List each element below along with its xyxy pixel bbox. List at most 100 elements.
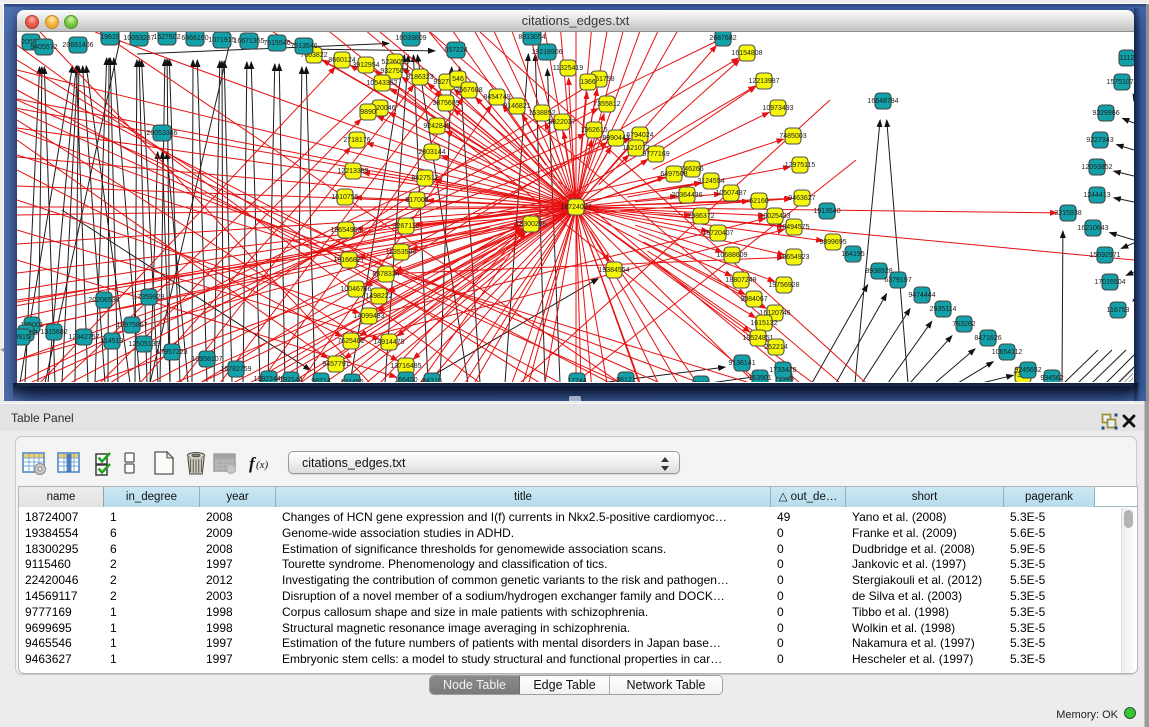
svg-text:9227343: 9227343 — [1086, 137, 1113, 144]
svg-text:11325419: 11325419 — [553, 65, 584, 72]
svg-text:2667608: 2667608 — [455, 87, 482, 94]
svg-text:164195: 164195 — [841, 251, 864, 258]
svg-text:2935114: 2935114 — [930, 306, 957, 313]
svg-text:12342757: 12342757 — [68, 334, 99, 341]
svg-text:9313: 9313 — [693, 381, 709, 382]
svg-text:16782759: 16782759 — [220, 366, 251, 373]
svg-text:16648784: 16648784 — [867, 98, 898, 105]
svg-text:9457791: 9457791 — [322, 361, 349, 368]
svg-text:10025433: 10025433 — [759, 213, 790, 220]
svg-text:10543362: 10543362 — [366, 80, 397, 87]
svg-text:14099483: 14099483 — [353, 313, 384, 320]
svg-text:7513546: 7513546 — [290, 43, 317, 50]
svg-text:18724007: 18724007 — [560, 204, 591, 211]
svg-text:10046766: 10046766 — [340, 286, 371, 293]
svg-text:9245652: 9245652 — [1014, 367, 1041, 374]
svg-text:(x): (x) — [256, 459, 269, 471]
svg-text:15692971: 15692971 — [1089, 252, 1120, 259]
svg-text:1610755: 1610755 — [331, 194, 358, 201]
svg-text:19166827: 19166827 — [333, 257, 364, 264]
svg-text:1071915: 1071915 — [208, 37, 235, 44]
svg-text:16671355: 16671355 — [233, 38, 264, 45]
svg-text:9242845: 9242845 — [423, 123, 450, 130]
svg-text:12213987: 12213987 — [748, 78, 779, 85]
svg-text:15300295: 15300295 — [515, 221, 546, 228]
svg-text:13716485: 13716485 — [390, 363, 421, 370]
svg-text:1498222: 1498222 — [365, 293, 392, 300]
svg-text:1615132: 1615132 — [750, 320, 777, 327]
svg-text:2718176: 2718176 — [343, 137, 370, 144]
svg-text:9136141: 9136141 — [728, 360, 755, 367]
svg-text:12093852: 12093852 — [1081, 164, 1112, 171]
svg-text:1538852: 1538852 — [528, 110, 555, 117]
svg-text:8454749: 8454749 — [483, 94, 510, 101]
svg-text:252214: 252214 — [764, 344, 787, 351]
svg-text:20364436: 20364436 — [671, 192, 702, 199]
svg-text:7986372: 7986372 — [687, 213, 714, 220]
svg-text:9327503: 9327503 — [380, 68, 407, 75]
svg-text:1733426: 1733426 — [769, 367, 796, 374]
svg-text:15720407: 15720407 — [702, 230, 733, 237]
svg-text:10958107: 10958107 — [191, 356, 222, 363]
svg-text:3912954: 3912954 — [352, 62, 379, 69]
svg-text:20053346: 20053346 — [146, 130, 177, 137]
svg-text:3124554: 3124554 — [697, 178, 724, 185]
svg-text:9915: 9915 — [17, 334, 30, 341]
svg-text:17957223: 17957223 — [156, 349, 187, 356]
svg-text:7625402: 7625402 — [337, 338, 364, 345]
svg-text:1315682: 1315682 — [40, 329, 67, 336]
svg-text:6466160: 6466160 — [181, 35, 208, 42]
svg-text:1366: 1366 — [580, 79, 596, 86]
svg-text:3215938: 3215938 — [1054, 210, 1081, 217]
svg-text:19654923: 19654923 — [778, 254, 809, 261]
svg-text:9777169: 9777169 — [642, 151, 669, 158]
svg-text:8471626: 8471626 — [974, 335, 1001, 342]
svg-text:9329966: 9329966 — [1092, 110, 1119, 117]
svg-text:10507487: 10507487 — [715, 190, 746, 197]
svg-text:19619: 19619 — [100, 34, 120, 41]
svg-text:19756928: 19756928 — [768, 282, 799, 289]
svg-text:19654953: 19654953 — [330, 227, 361, 234]
svg-text:8186323: 8186323 — [406, 74, 433, 81]
svg-text:8822037: 8822037 — [548, 119, 575, 126]
svg-text:12975115: 12975115 — [785, 162, 816, 169]
svg-text:857224: 857224 — [444, 47, 467, 54]
svg-text:131455: 131455 — [340, 379, 363, 382]
svg-text:10654112: 10654112 — [992, 349, 1023, 356]
svg-text:6379197: 6379197 — [884, 277, 911, 284]
svg-text:192144: 192144 — [279, 377, 302, 382]
svg-text:84310: 84310 — [422, 378, 442, 382]
svg-text:10688609: 10688609 — [716, 252, 747, 259]
svg-text:6794024: 6794024 — [626, 132, 653, 139]
svg-text:2803144: 2803144 — [418, 149, 445, 156]
svg-text:16033809: 16033809 — [395, 35, 426, 42]
svg-text:9890: 9890 — [360, 109, 376, 116]
svg-text:20206538: 20206538 — [88, 297, 119, 304]
svg-text:817008: 817008 — [405, 197, 428, 204]
svg-text:20691406: 20691406 — [62, 42, 93, 49]
svg-text:9146821: 9146821 — [503, 103, 530, 110]
svg-text:19384554: 19384554 — [598, 267, 629, 274]
svg-text:16210643: 16210643 — [1077, 225, 1108, 232]
svg-text:2687682: 2687682 — [709, 35, 736, 42]
svg-text:7485003: 7485003 — [779, 133, 806, 140]
svg-text:12213389: 12213389 — [337, 168, 368, 175]
svg-text:6497508: 6497508 — [660, 171, 687, 178]
svg-text:15751074: 15751074 — [1106, 79, 1134, 86]
svg-text:1362615: 1362615 — [580, 127, 607, 134]
svg-text:546: 546 — [452, 76, 464, 83]
svg-text:16154808: 16154808 — [731, 50, 762, 57]
svg-text:9474444: 9474444 — [908, 292, 935, 299]
svg-text:8878334: 8878334 — [372, 271, 399, 278]
svg-text:763262: 763262 — [952, 321, 975, 328]
svg-text:8813054: 8813054 — [518, 34, 545, 41]
svg-text:11353594: 11353594 — [386, 249, 417, 256]
svg-text:1112: 1112 — [1120, 55, 1134, 62]
svg-text:10973493: 10973493 — [762, 105, 793, 112]
svg-text:62160: 62160 — [749, 198, 769, 205]
svg-text:18494575: 18494575 — [778, 224, 809, 231]
svg-text:10053287: 10053287 — [123, 35, 154, 42]
svg-text:17359928: 17359928 — [133, 294, 164, 301]
svg-text:18807249: 18807249 — [725, 277, 756, 284]
svg-text:9405572: 9405572 — [30, 44, 57, 51]
